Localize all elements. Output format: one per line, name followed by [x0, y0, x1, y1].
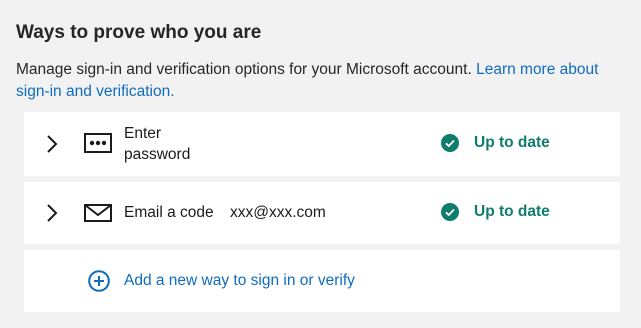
sign-in-methods-section: Ways to prove who you are Manage sign-in…	[0, 0, 641, 328]
method-label: Enter password	[124, 125, 191, 163]
add-method-button[interactable]: Add a new way to sign in or verify	[88, 270, 355, 292]
chevron-right-icon[interactable]	[42, 134, 62, 154]
method-row-password[interactable]: Enter password Up to date	[24, 112, 620, 176]
password-icon	[84, 133, 112, 158]
check-circle-icon	[441, 134, 459, 152]
add-method-row: Add a new way to sign in or verify	[24, 250, 620, 312]
method-detail: xxx@xxx.com	[230, 204, 326, 221]
method-row-email[interactable]: Email a code xxx@xxx.com Up to date	[24, 182, 620, 244]
status-label: Up to date	[474, 203, 550, 220]
status-badge: Up to date	[441, 134, 550, 152]
add-method-label: Add a new way to sign in or verify	[124, 272, 355, 289]
chevron-right-icon[interactable]	[42, 203, 62, 223]
section-description: Manage sign-in and verification options …	[16, 59, 626, 103]
check-circle-icon	[441, 203, 459, 221]
plus-circle-icon	[88, 270, 110, 292]
description-text: Manage sign-in and verification options …	[16, 61, 472, 78]
status-label: Up to date	[474, 134, 550, 151]
status-badge: Up to date	[441, 203, 550, 221]
email-icon	[84, 204, 112, 227]
section-title: Ways to prove who you are	[16, 22, 262, 43]
method-label: Email a code	[124, 204, 214, 221]
